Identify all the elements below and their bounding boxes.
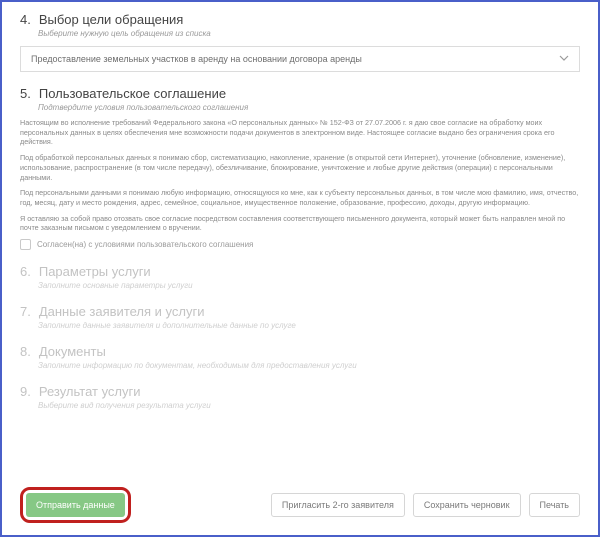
step-4-number: 4. [20, 12, 31, 27]
step-8-title: Документы [39, 344, 106, 359]
step-5-subtitle: Подтвердите условия пользовательского со… [38, 103, 580, 112]
step-5-title: Пользовательское соглашение [39, 86, 226, 101]
step-5-number: 5. [20, 86, 31, 101]
purpose-select[interactable]: Предоставление земельных участков в арен… [20, 46, 580, 72]
agreement-text: Настоящим во исполнение требований Федер… [20, 118, 580, 233]
agreement-checkbox-label: Согласен(на) с условиями пользовательско… [37, 240, 253, 249]
step-4-subtitle: Выберите нужную цель обращения из списка [38, 29, 580, 38]
step-5-head: 5. Пользовательское соглашение [20, 86, 580, 101]
step-6-number: 6. [20, 264, 31, 279]
step-4-title: Выбор цели обращения [39, 12, 184, 27]
step-7: 7. Данные заявителя и услуги Заполните д… [20, 304, 580, 330]
step-8-number: 8. [20, 344, 31, 359]
step-6: 6. Параметры услуги Заполните основные п… [20, 264, 580, 290]
footer-actions: Отправить данные Пригласить 2-го заявите… [2, 477, 598, 535]
form-frame: 4. Выбор цели обращения Выберите нужную … [0, 0, 600, 537]
agreement-p4: Я оставляю за собой право отозвать свое … [20, 214, 580, 233]
step-8: 8. Документы Заполните информацию по док… [20, 344, 580, 370]
step-7-subtitle: Заполните данные заявителя и дополнитель… [38, 321, 580, 330]
agreement-p1: Настоящим во исполнение требований Федер… [20, 118, 580, 147]
submit-highlight: Отправить данные [20, 487, 131, 523]
submit-button[interactable]: Отправить данные [26, 493, 125, 517]
step-8-subtitle: Заполните информацию по документам, необ… [38, 361, 580, 370]
agreement-p2: Под обработкой персональных данных я пон… [20, 153, 580, 182]
print-button[interactable]: Печать [529, 493, 580, 517]
chevron-down-icon [559, 53, 569, 65]
agreement-p3: Под персональными данными я понимаю любу… [20, 188, 580, 207]
step-7-head: 7. Данные заявителя и услуги [20, 304, 580, 319]
step-6-subtitle: Заполните основные параметры услуги [38, 281, 580, 290]
step-7-number: 7. [20, 304, 31, 319]
agreement-checkbox-row[interactable]: Согласен(на) с условиями пользовательско… [20, 239, 580, 250]
save-draft-button[interactable]: Сохранить черновик [413, 493, 521, 517]
step-9-title: Результат услуги [39, 384, 141, 399]
step-5: 5. Пользовательское соглашение Подтверди… [20, 86, 580, 250]
agreement-checkbox[interactable] [20, 239, 31, 250]
step-4: 4. Выбор цели обращения Выберите нужную … [20, 12, 580, 72]
purpose-selected-value: Предоставление земельных участков в арен… [31, 54, 362, 64]
form-content: 4. Выбор цели обращения Выберите нужную … [2, 2, 598, 410]
invite-button[interactable]: Пригласить 2-го заявителя [271, 493, 405, 517]
secondary-buttons: Пригласить 2-го заявителя Сохранить черн… [271, 493, 580, 517]
step-9-number: 9. [20, 384, 31, 399]
step-4-head: 4. Выбор цели обращения [20, 12, 580, 27]
step-9-subtitle: Выберите вид получения результата услуги [38, 401, 580, 410]
step-9: 9. Результат услуги Выберите вид получен… [20, 384, 580, 410]
step-9-head: 9. Результат услуги [20, 384, 580, 399]
step-6-head: 6. Параметры услуги [20, 264, 580, 279]
step-6-title: Параметры услуги [39, 264, 151, 279]
step-8-head: 8. Документы [20, 344, 580, 359]
step-7-title: Данные заявителя и услуги [39, 304, 205, 319]
